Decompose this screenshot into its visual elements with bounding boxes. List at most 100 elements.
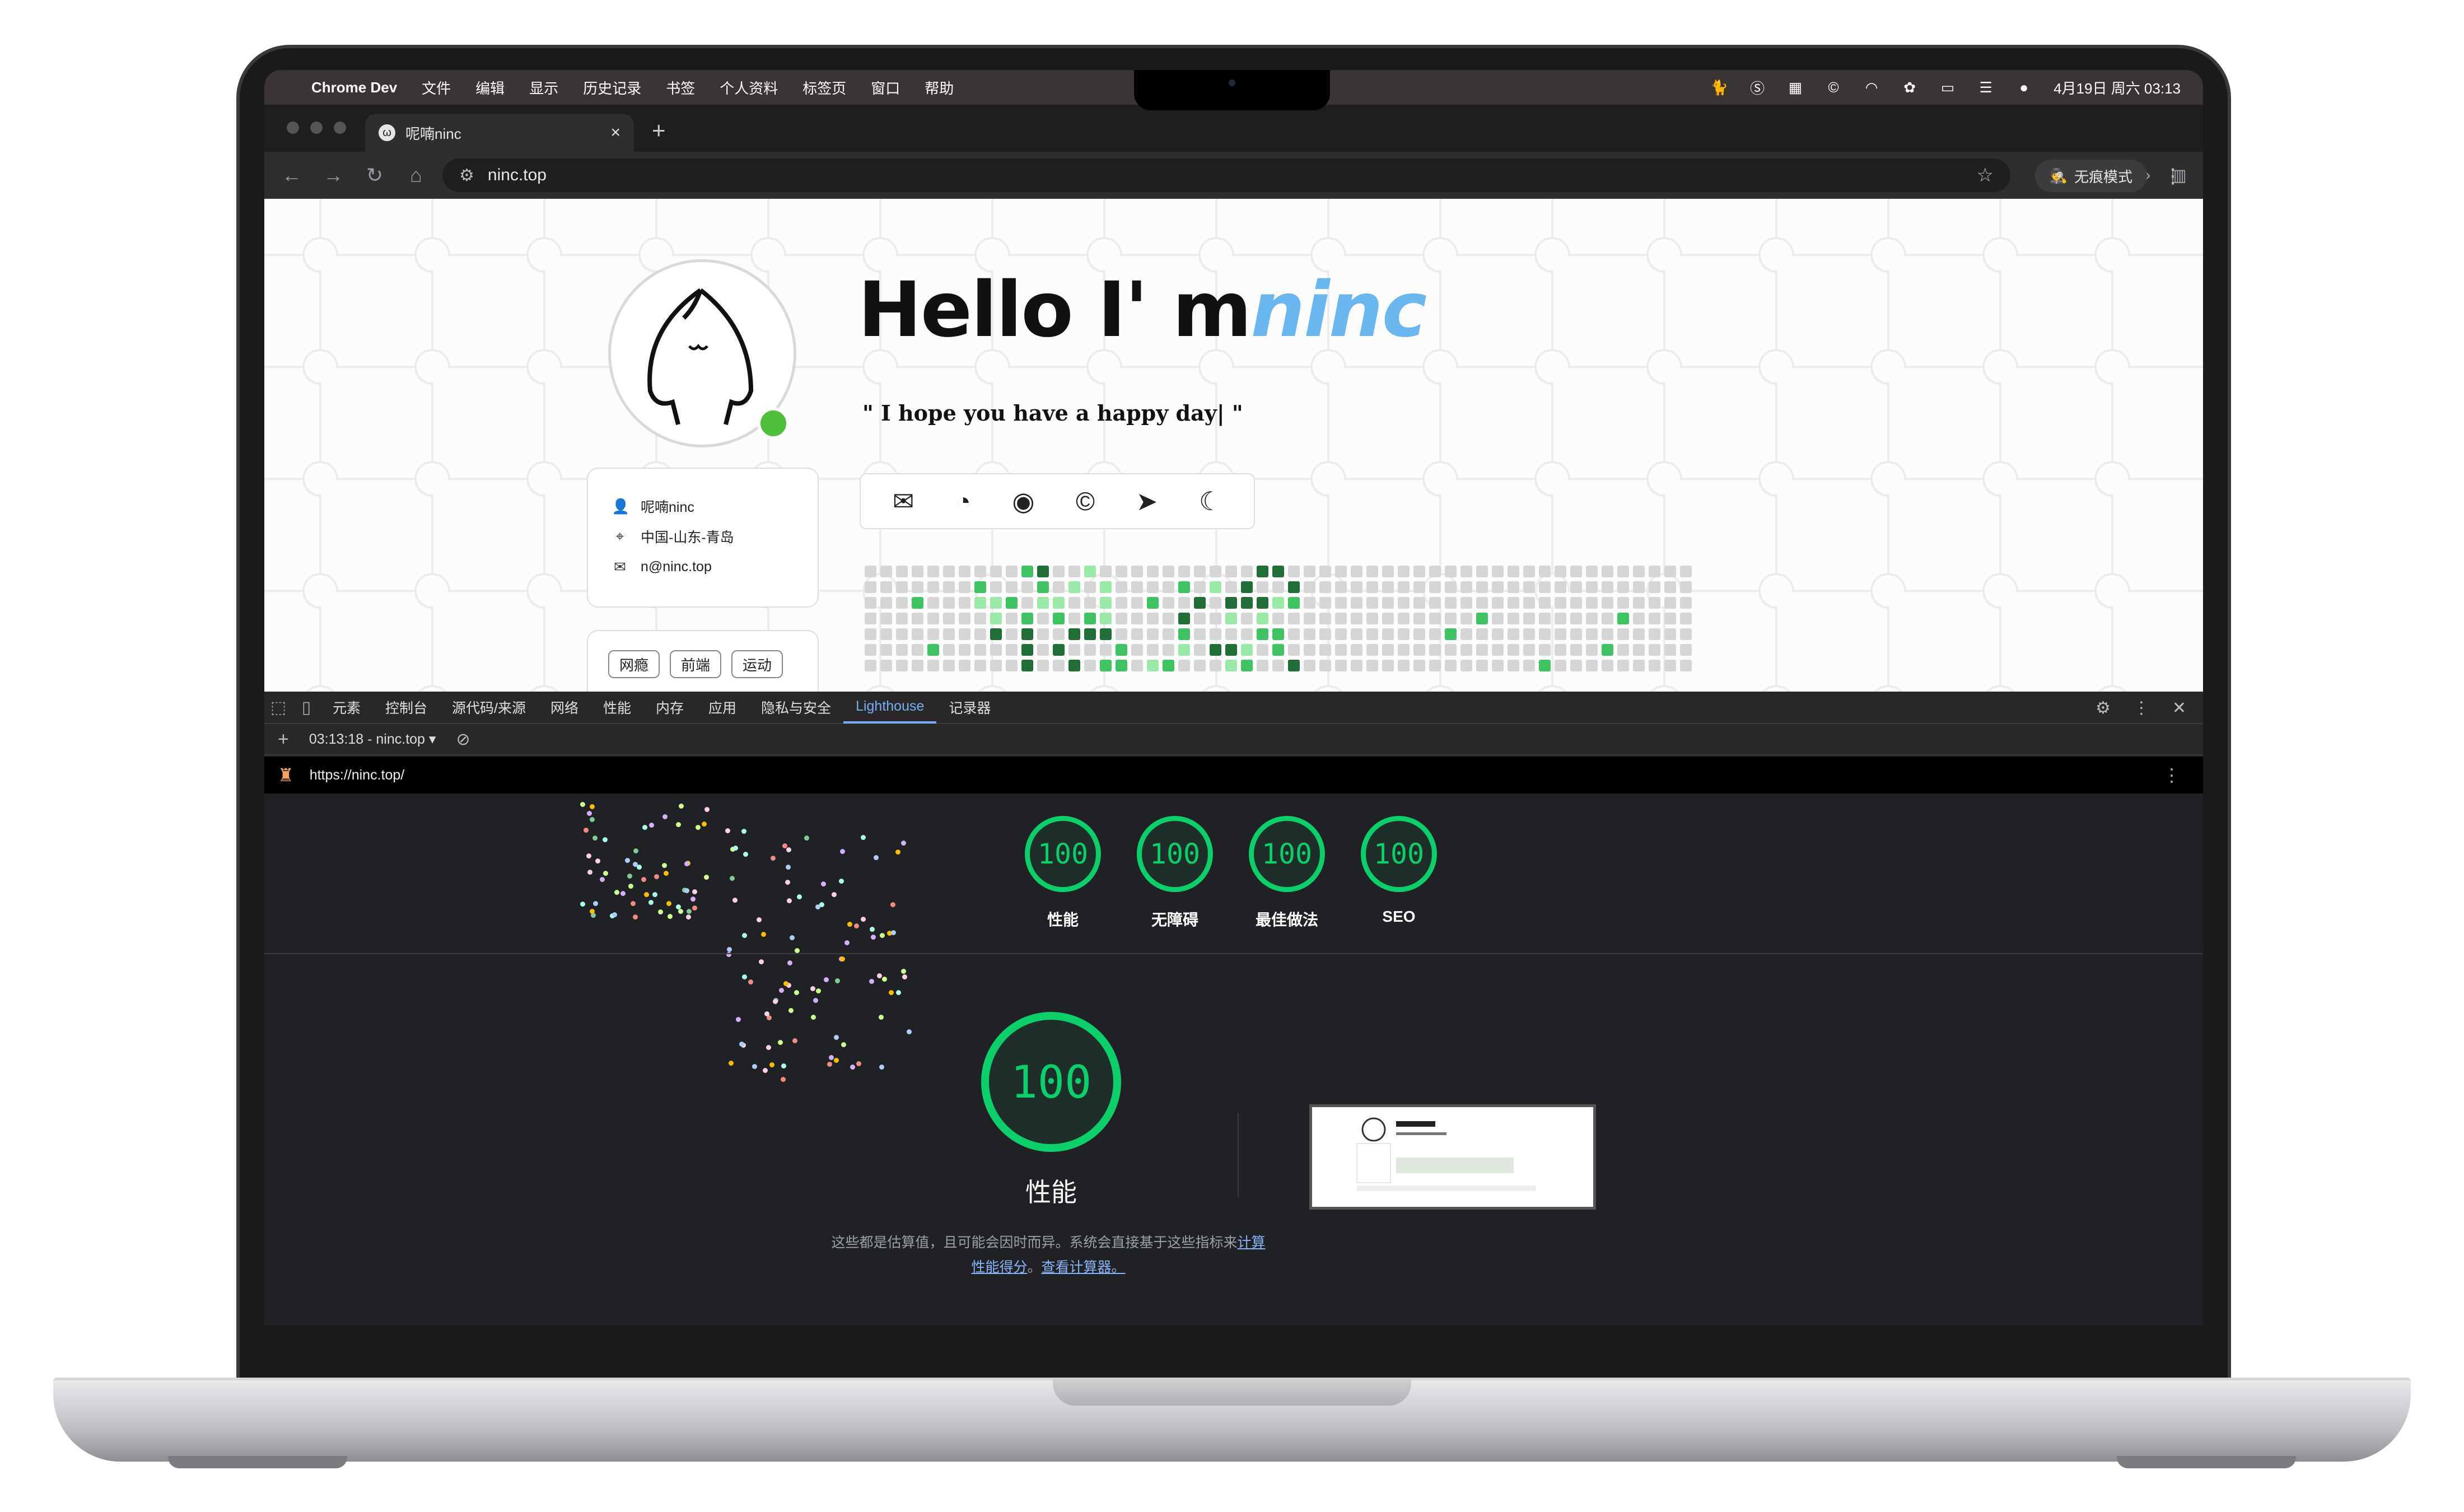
menu-item-view[interactable]: 显示 — [529, 77, 558, 98]
chrome-menu-icon[interactable]: ⋮ — [2163, 164, 2183, 188]
menu-item-file[interactable]: 文件 — [422, 77, 451, 98]
contribution-cell — [1068, 581, 1080, 593]
new-report-icon[interactable]: + — [278, 729, 289, 750]
contribution-cell — [959, 566, 970, 577]
contribution-cell — [1163, 581, 1174, 593]
forward-icon[interactable]: → — [312, 164, 354, 187]
contribution-cell — [974, 644, 986, 656]
laptop-foot-right — [2117, 1456, 2296, 1468]
cat-icon[interactable]: 🐈 — [1710, 79, 1728, 96]
page-screenshot-thumbnail[interactable] — [1309, 1104, 1596, 1210]
confetti-dot — [642, 825, 648, 830]
contribution-cell — [1272, 660, 1284, 671]
zoom-window-button[interactable] — [334, 122, 346, 134]
contribution-cell — [1068, 628, 1080, 640]
confetti-dot — [792, 1038, 797, 1043]
tag-chip[interactable]: 前端 — [670, 650, 722, 678]
home-icon[interactable]: ⌂ — [395, 164, 437, 187]
menu-item-help[interactable]: 帮助 — [925, 77, 954, 98]
contribution-cell — [1053, 581, 1065, 593]
close-tab-icon[interactable]: × — [610, 123, 620, 142]
menu-item-tabs[interactable]: 标签页 — [802, 77, 846, 98]
grid-app-icon[interactable]: ▦ — [1787, 79, 1804, 96]
view-calculator-link[interactable]: 查看计算器。 — [1042, 1259, 1126, 1275]
score-gauge-seo[interactable]: 100 SEO — [1361, 816, 1437, 926]
contribution-cell — [1398, 660, 1410, 671]
menu-item-history[interactable]: 历史记录 — [583, 77, 641, 98]
inspect-element-icon[interactable]: ⬚ — [264, 698, 292, 717]
minimize-window-button[interactable] — [310, 122, 323, 134]
tab-lighthouse[interactable]: Lighthouse — [843, 691, 937, 724]
contribution-cell — [896, 660, 908, 671]
reload-icon[interactable]: ↻ — [354, 164, 395, 187]
contribution-cell — [1319, 613, 1331, 624]
tab-performance[interactable]: 性能 — [591, 691, 643, 724]
close-devtools-icon[interactable]: ✕ — [2172, 698, 2186, 718]
tag-chip[interactable]: 网瘾 — [608, 650, 660, 678]
menu-item-bookmarks[interactable]: 书签 — [666, 77, 695, 98]
incognito-button[interactable]: 🕵 无痕模式 — [2034, 160, 2147, 192]
siri-icon[interactable]: ● — [2015, 79, 2032, 96]
score-gauge-accessibility[interactable]: 100 无障碍 — [1137, 816, 1213, 930]
contribution-cell — [1037, 597, 1049, 609]
new-tab-button[interactable]: + — [652, 117, 666, 144]
settings-gear-icon[interactable]: ⚙ — [2096, 698, 2111, 718]
tab-application[interactable]: 应用 — [696, 691, 749, 724]
tab-elements[interactable]: 元素 — [320, 691, 373, 724]
close-window-button[interactable] — [287, 122, 299, 134]
site-settings-icon[interactable]: ⚙ — [459, 166, 474, 185]
report-menu-icon[interactable]: ⋮ — [2163, 764, 2181, 786]
moon-icon[interactable]: ☾ — [1199, 486, 1222, 516]
s-app-icon[interactable]: Ⓢ — [1749, 79, 1766, 97]
back-icon[interactable]: ← — [271, 164, 312, 187]
score-gauge-best-practices[interactable]: 100 最佳做法 — [1249, 816, 1325, 930]
contribution-cell — [1555, 597, 1566, 609]
profile-email[interactable]: n@ninc.top — [641, 559, 712, 575]
rss-icon[interactable]: ◔ — [955, 486, 971, 516]
confetti-dot — [895, 850, 901, 855]
contribution-cell — [1241, 644, 1253, 656]
score-gauge-performance[interactable]: 100 性能 — [1025, 816, 1101, 930]
menu-clock[interactable]: 4月19日 周六 03:13 — [2054, 77, 2181, 98]
contribution-cell — [1178, 566, 1190, 577]
contribution-cell — [959, 597, 970, 609]
mail-icon[interactable]: ✉ — [893, 486, 914, 516]
tab-memory[interactable]: 内存 — [643, 691, 696, 724]
tab-privacy-security[interactable]: 隐私与安全 — [749, 691, 843, 724]
menu-item-profiles[interactable]: 个人资料 — [720, 77, 778, 98]
bookmark-star-icon[interactable]: ☆ — [1977, 164, 1994, 186]
tab-sources[interactable]: 源代码/来源 — [440, 691, 538, 724]
copyright-icon[interactable]: © — [1076, 486, 1095, 516]
tab-console[interactable]: 控制台 — [373, 691, 440, 724]
report-select[interactable]: 03:13:18 - ninc.top ▾ — [309, 731, 436, 748]
browser-tab[interactable]: ω 呢喃ninc × — [365, 114, 634, 152]
chrome-tab-strip: ω 呢喃ninc × + — [264, 105, 2203, 152]
contribution-cell — [927, 566, 939, 577]
menu-app-name[interactable]: Chrome Dev — [311, 79, 397, 96]
confetti-dot — [654, 874, 660, 879]
copyright-app-icon[interactable]: © — [1825, 79, 1842, 96]
tab-recorder[interactable]: 记录器 — [936, 691, 1003, 724]
menu-item-edit[interactable]: 编辑 — [475, 77, 505, 98]
contribution-cell — [1319, 644, 1331, 656]
address-bar[interactable]: ⚙ ninc.top ☆ — [442, 158, 2010, 192]
confetti-dot — [839, 849, 845, 855]
contribution-cell — [1508, 581, 1519, 593]
wifi-icon[interactable]: ◠ — [1863, 79, 1880, 96]
devtools-menu-icon[interactable]: ⋮ — [2133, 698, 2150, 718]
confetti-dot — [850, 1065, 856, 1070]
clear-reports-icon[interactable]: ⊘ — [456, 730, 470, 749]
device-toolbar-icon[interactable]: ▯ — [292, 698, 320, 717]
battery-icon[interactable]: ▭ — [1939, 79, 1956, 96]
contribution-cell — [1366, 660, 1378, 671]
control-center-icon[interactable]: ☰ — [1977, 79, 1994, 96]
confetti-dot — [821, 881, 827, 887]
github-icon[interactable]: ◉ — [1012, 486, 1034, 516]
report-url[interactable]: https://ninc.top/ — [310, 767, 405, 783]
telegram-icon[interactable]: ➤ — [1136, 486, 1158, 516]
butterfly-icon[interactable]: ✿ — [1901, 79, 1918, 96]
contribution-cell — [1225, 628, 1237, 640]
tag-chip[interactable]: 运动 — [731, 650, 783, 678]
tab-network[interactable]: 网络 — [538, 691, 591, 724]
menu-item-window[interactable]: 窗口 — [871, 77, 900, 98]
